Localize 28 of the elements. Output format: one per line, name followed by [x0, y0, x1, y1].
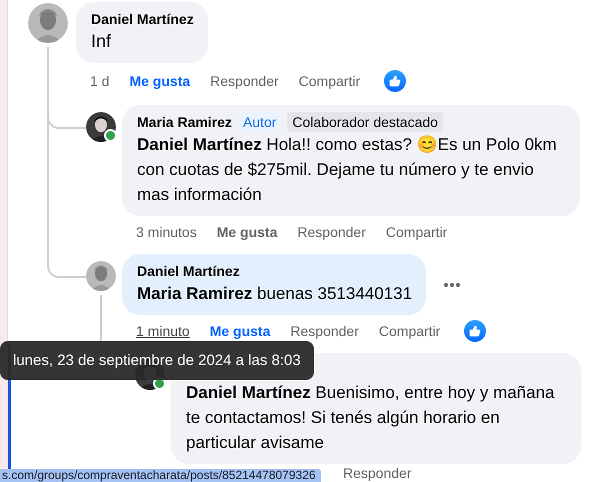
author-name[interactable]: Daniel Martínez: [91, 11, 194, 27]
like-reaction-icon[interactable]: [464, 320, 486, 342]
author-name[interactable]: Daniel Martínez: [137, 263, 240, 279]
share-link[interactable]: Compartir: [378, 323, 440, 339]
reply-link[interactable]: Responder: [343, 465, 412, 481]
more-options-icon: [444, 282, 460, 286]
status-bar-url: s.com/groups/compraventacharata/posts/85214478079326: [0, 469, 321, 482]
like-reaction-icon[interactable]: [384, 70, 406, 92]
timestamp-tooltip: lunes, 23 de septiembre de 2024 a las 8:03: [0, 341, 314, 380]
timestamp-link[interactable]: 1 minuto: [136, 323, 190, 339]
share-link[interactable]: Compartir: [298, 73, 360, 89]
comment-text: Inf: [91, 30, 112, 53]
reply-link[interactable]: Responder: [290, 323, 359, 339]
share-link[interactable]: Compartir: [386, 224, 448, 240]
reply-link[interactable]: Responder: [210, 73, 279, 89]
like-link[interactable]: Me gusta: [216, 224, 278, 240]
timestamp-link[interactable]: 1 d: [90, 73, 110, 89]
author-name[interactable]: Maria Ramirez: [137, 114, 232, 130]
comment-text: Maria Ramirez buenas 3513440131: [137, 283, 412, 305]
thread-connector: [47, 248, 86, 278]
contributor-badge: Colaborador destacado: [287, 112, 443, 132]
timestamp-link[interactable]: 3 minutos: [136, 224, 197, 240]
comment-text: Daniel Martínez Buenisimo, entre hoy y mañana te contactamos! Si tenés algún horario en particular avisame: [186, 382, 556, 454]
reply-link[interactable]: Responder: [297, 224, 366, 240]
author-badge: Autor: [238, 112, 282, 132]
like-link[interactable]: Me gusta: [210, 323, 270, 339]
like-link[interactable]: Me gusta: [129, 73, 190, 89]
comment-text: Daniel Martínez Hola!! como estas? 😊Es un Polo 0km con cuotas de $275mil. Dejame tu número y te envio mas información: [137, 134, 558, 206]
